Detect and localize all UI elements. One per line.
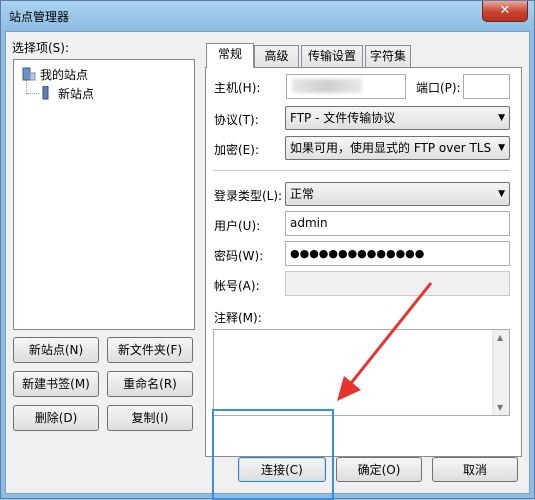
annotation-arrow-icon — [337, 282, 433, 401]
tab-general[interactable]: 常规 — [206, 43, 254, 68]
site-manager-window: 站点管理器 ✕ 选择项(S): 我的站点 新站点 新站点(N) 新文件夹(F) — [0, 0, 535, 500]
